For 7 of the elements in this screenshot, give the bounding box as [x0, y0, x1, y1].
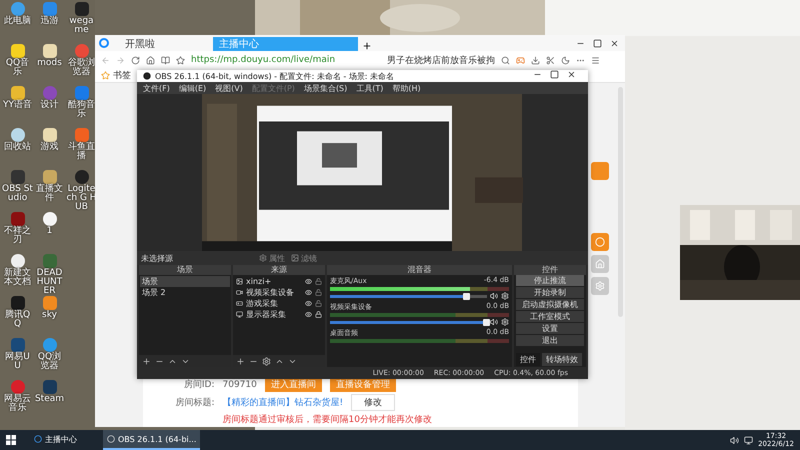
speaker-icon[interactable]: [730, 436, 740, 444]
taskbar-app[interactable]: OBS 26.1.1 (64-bi...: [103, 430, 200, 450]
app-icon: [34, 435, 42, 443]
start-icon[interactable]: [6, 435, 16, 445]
network-icon[interactable]: [744, 436, 754, 444]
taskbar-app[interactable]: 主播中心: [30, 430, 100, 450]
app-icon: [107, 435, 115, 443]
